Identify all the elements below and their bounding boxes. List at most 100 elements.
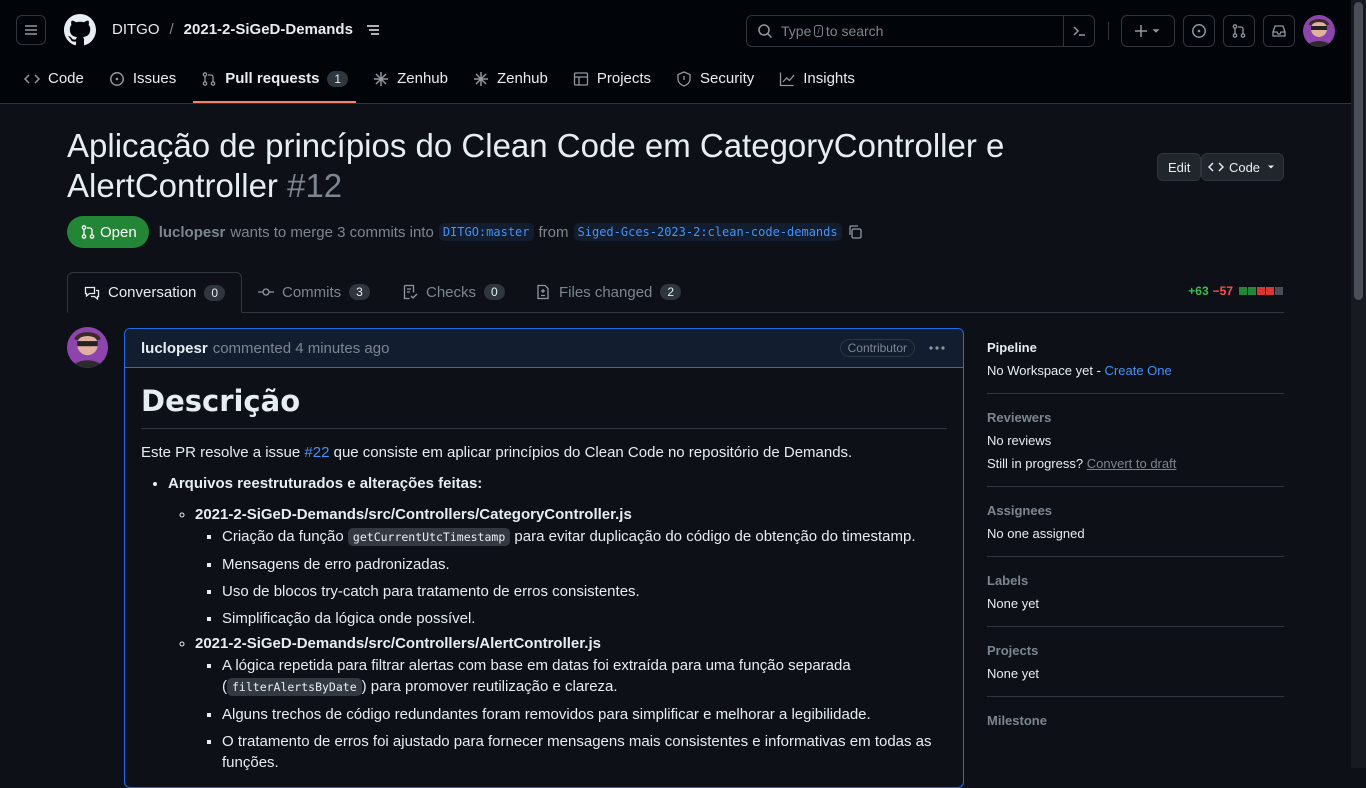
- code-icon: [24, 73, 40, 84]
- list-item: 2021-2-SiGeD-Demands/src/Controllers/Cat…: [195, 506, 947, 629]
- tab-checks-label: Checks: [426, 283, 477, 301]
- tab-code[interactable]: Code: [16, 62, 92, 95]
- files-counter: 2: [660, 284, 682, 300]
- tab-projects-label: Projects: [596, 70, 652, 87]
- issues-button[interactable]: [1183, 15, 1215, 47]
- tab-zenhub-2[interactable]: Zenhub: [465, 62, 556, 95]
- copy-icon[interactable]: [847, 224, 863, 240]
- pipeline-value: No Workspace yet - Create One: [987, 363, 1284, 378]
- tab-projects[interactable]: Projects: [565, 62, 659, 95]
- inline-code: getCurrentUtcTimestamp: [347, 528, 511, 546]
- pr-author-link[interactable]: luclopesr: [159, 224, 226, 241]
- file-path: 2021-2-SiGeD-Demands/src/Controllers/Cat…: [195, 506, 632, 523]
- tab-security-label: Security: [700, 70, 755, 87]
- tab-commits-label: Commits: [282, 283, 342, 301]
- reviewers-value: No reviews: [987, 433, 1052, 448]
- sidebar-labels: Labels None yet: [987, 573, 1284, 627]
- assignees-title[interactable]: Assignees: [987, 503, 1284, 518]
- labels-title[interactable]: Labels: [987, 573, 1284, 588]
- pr-description-comment: luclopesr commented 4 minutes ago Contri…: [124, 328, 964, 788]
- breadcrumb: DITGO / 2021-2-SiGeD-Demands: [112, 21, 381, 38]
- files-list: 2021-2-SiGeD-Demands/src/Controllers/Cat…: [168, 506, 947, 773]
- pull-requests-button[interactable]: [1223, 15, 1255, 47]
- intro-before: Este PR resolve a issue: [141, 444, 305, 461]
- milestone-title[interactable]: Milestone: [987, 713, 1284, 728]
- search-input[interactable]: Type / to search: [746, 15, 1095, 47]
- comment-author[interactable]: luclopesr: [141, 340, 208, 357]
- head-branch[interactable]: Siged-Gces-2023-2:clean-code-demands: [573, 223, 842, 241]
- git-pull-request-icon: [1232, 24, 1246, 38]
- code-icon: [1207, 162, 1224, 172]
- owner-link[interactable]: DITGO: [112, 21, 160, 38]
- repo-menu-icon[interactable]: [365, 22, 381, 38]
- tab-pull-requests-label: Pull requests: [225, 70, 320, 87]
- inbox-button[interactable]: [1263, 15, 1295, 47]
- projects-title[interactable]: Projects: [987, 643, 1284, 658]
- pr-meta: Open luclopesr wants to merge 3 commits …: [67, 216, 863, 248]
- sidebar-reviewers: Reviewers No reviews Still in progress? …: [987, 410, 1284, 487]
- projects-value: None yet: [987, 666, 1040, 681]
- list-item: A lógica repetida para filtrar alertas c…: [222, 655, 947, 698]
- tab-files-changed[interactable]: Files changed 2: [535, 272, 682, 312]
- search-shortcut-key: /: [814, 25, 823, 37]
- comment-author-avatar[interactable]: [67, 327, 108, 368]
- list-item: 2021-2-SiGeD-Demands/src/Controllers/Ale…: [195, 635, 947, 773]
- create-new-button[interactable]: [1121, 15, 1175, 47]
- repo-link[interactable]: 2021-2-SiGeD-Demands: [184, 21, 353, 38]
- command-palette-button[interactable]: [1063, 16, 1094, 46]
- reviewers-title[interactable]: Reviewers: [987, 410, 1284, 425]
- tab-commits[interactable]: Commits 3: [258, 272, 370, 312]
- code-dropdown-button[interactable]: Code: [1201, 153, 1284, 181]
- tab-issues-label: Issues: [132, 70, 177, 87]
- diffstat-block: [1239, 287, 1247, 295]
- git-pull-request-icon: [202, 71, 216, 86]
- pull-requests-counter: 1: [327, 70, 349, 87]
- scrollbar[interactable]: [1351, 0, 1366, 768]
- tab-issues[interactable]: Issues: [101, 62, 184, 95]
- from-text: from: [538, 223, 569, 241]
- shield-icon: [677, 70, 691, 87]
- repo-nav: Code Issues Pull requests 1 Zenhub Zenhu…: [16, 62, 872, 103]
- scrollbar-thumb[interactable]: [1354, 2, 1363, 300]
- comment-header: luclopesr commented 4 minutes ago Contri…: [125, 329, 963, 368]
- github-logo-icon[interactable]: [64, 14, 96, 46]
- zenhub-icon: [374, 71, 389, 86]
- changes-list: Arquivos reestruturados e alterações fei…: [141, 475, 947, 773]
- assignees-value: No one assigned: [987, 526, 1085, 541]
- inbox-icon: [1272, 25, 1286, 37]
- tab-security[interactable]: Security: [668, 62, 762, 95]
- user-avatar[interactable]: [1303, 15, 1335, 47]
- draft-prompt: Still in progress? Convert to draft: [987, 456, 1284, 471]
- tab-checks[interactable]: Checks 0: [402, 272, 505, 312]
- tab-zenhub-1[interactable]: Zenhub: [365, 62, 456, 95]
- inline-code: filterAlertsByDate: [227, 678, 362, 696]
- triangle-down-icon: [1268, 165, 1275, 169]
- file-diff-icon: [537, 284, 549, 300]
- list-item: Mensagens de erro padronizadas.: [222, 554, 947, 575]
- kebab-horizontal-icon[interactable]: [929, 346, 945, 350]
- comment-time[interactable]: commented 4 minutes ago: [213, 340, 390, 357]
- issue-link[interactable]: #22: [304, 444, 329, 461]
- diffstat-block: [1275, 287, 1283, 295]
- comment-intro: Este PR resolve a issue #22 que consiste…: [141, 444, 947, 461]
- menu-button[interactable]: [16, 15, 46, 45]
- convert-to-draft-link[interactable]: Convert to draft: [1087, 456, 1177, 471]
- diffstat-block: [1266, 287, 1274, 295]
- list-item: Arquivos reestruturados e alterações fei…: [168, 475, 947, 773]
- pr-tabs: Conversation 0 Commits 3 Checks 0 Files …: [67, 272, 1284, 313]
- pipeline-title: Pipeline: [987, 340, 1037, 355]
- header-divider: [1108, 22, 1109, 40]
- create-workspace-link[interactable]: Create One: [1105, 363, 1172, 378]
- base-branch[interactable]: DITGO:master: [438, 223, 534, 241]
- checks-counter: 0: [484, 284, 505, 300]
- tab-conversation[interactable]: Conversation 0: [67, 272, 243, 313]
- list-item: Alguns trechos de código redundantes for…: [222, 704, 947, 725]
- file-changes-list: A lógica repetida para filtrar alertas c…: [195, 655, 947, 773]
- deletions-count: −57: [1212, 284, 1233, 298]
- edit-button[interactable]: Edit: [1157, 153, 1202, 181]
- tab-files-changed-label: Files changed: [559, 283, 653, 301]
- text: No Workspace yet -: [987, 363, 1105, 378]
- tab-insights[interactable]: Insights: [771, 62, 863, 95]
- tab-pull-requests[interactable]: Pull requests 1: [193, 62, 357, 103]
- status-label: Open: [100, 223, 137, 241]
